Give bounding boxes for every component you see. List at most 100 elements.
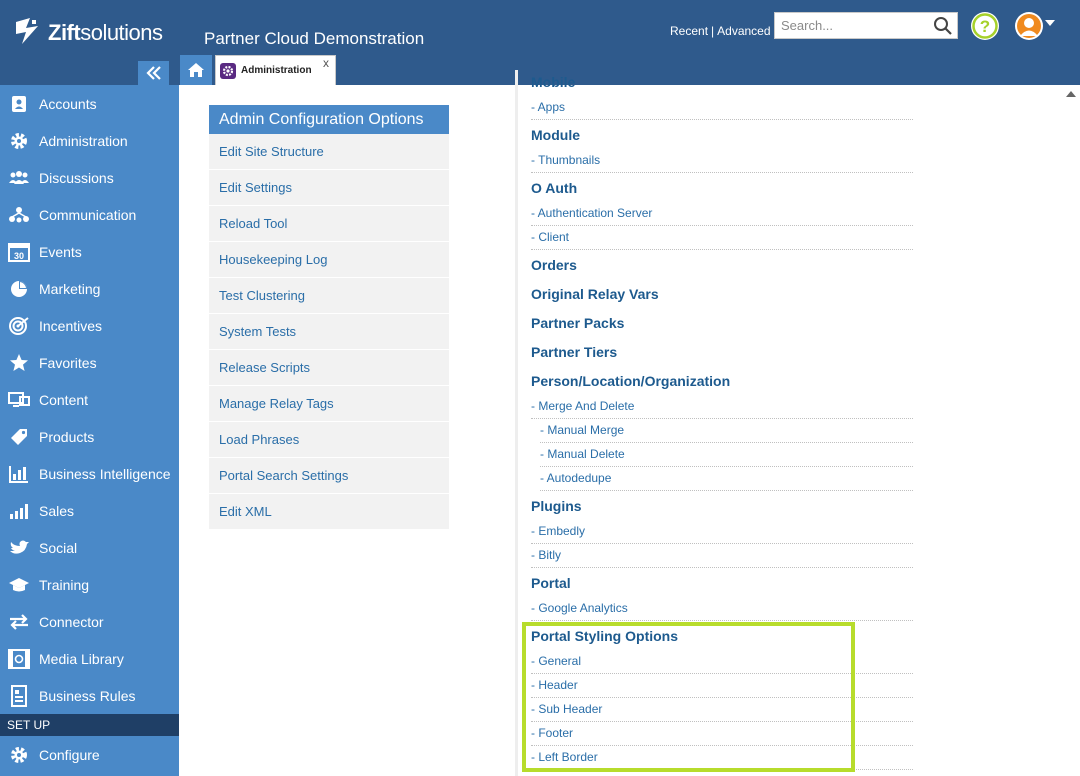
link-bitly[interactable]: - Bitly: [531, 544, 913, 568]
search-input[interactable]: [775, 13, 925, 38]
admin-option-manage-relay-tags[interactable]: Manage Relay Tags: [209, 386, 449, 422]
link-separator: |: [711, 24, 715, 38]
sidebar-item-accounts[interactable]: Accounts: [0, 85, 179, 122]
section-mobile[interactable]: Mobile: [531, 74, 575, 90]
chevron-down-icon[interactable]: [1045, 20, 1055, 28]
section-orders[interactable]: Orders: [531, 257, 577, 273]
section-divider: [518, 251, 913, 255]
link-autodedupe[interactable]: - Autodedupe: [540, 467, 913, 491]
sidebar-item-business-rules[interactable]: Business Rules: [0, 677, 179, 714]
sidebar-item-administration[interactable]: Administration: [0, 122, 179, 159]
link-thumbnails[interactable]: - Thumbnails: [531, 149, 913, 173]
bird-icon: [0, 539, 38, 557]
link-manual-merge[interactable]: - Manual Merge: [540, 419, 913, 443]
section-divider: [518, 569, 913, 573]
document-icon: [0, 684, 38, 707]
admin-option-release-scripts[interactable]: Release Scripts: [209, 350, 449, 386]
sidebar-item-label: Sales: [39, 502, 75, 519]
scroll-up-arrow-icon[interactable]: [1066, 90, 1076, 98]
question-circle-icon[interactable]: ?: [970, 11, 1000, 41]
double-chevron-left-icon: [145, 66, 161, 80]
admin-option-edit-xml[interactable]: Edit XML: [209, 494, 449, 530]
link-footer[interactable]: - Footer: [531, 722, 913, 746]
link-merge-and-delete[interactable]: - Merge And Delete: [531, 395, 913, 419]
admin-configuration-panel: Admin Configuration Options Edit Site St…: [209, 105, 449, 530]
monitor-icon: [0, 391, 38, 409]
top-links: Recent | Advanced: [670, 24, 771, 38]
link-sub-header[interactable]: - Sub Header: [531, 698, 913, 722]
sidebar-item-sales[interactable]: Sales: [0, 492, 179, 529]
people-icon: [0, 170, 38, 186]
contacts-icon: [0, 95, 38, 113]
sidebar-item-favorites[interactable]: Favorites: [0, 344, 179, 381]
home-tab[interactable]: [180, 55, 212, 85]
sidebar-item-business-intelligence[interactable]: Business Intelligence: [0, 455, 179, 492]
user-avatar-icon[interactable]: [1014, 11, 1044, 41]
close-tab-icon[interactable]: x: [323, 56, 329, 70]
sidebar-item-configure[interactable]: Configure: [0, 736, 179, 773]
gear-icon: [0, 745, 38, 765]
admin-option-edit-site-structure[interactable]: Edit Site Structure: [209, 134, 449, 170]
grid-chart-icon: [0, 464, 38, 484]
section-portal[interactable]: Portal: [531, 575, 571, 591]
section-partner-packs[interactable]: Partner Packs: [531, 315, 624, 331]
search-icon[interactable]: [933, 16, 953, 36]
collapse-sidebar-button[interactable]: [138, 61, 169, 85]
section-person-location-organization[interactable]: Person/Location/Organization: [531, 373, 730, 389]
admin-option-test-clustering[interactable]: Test Clustering: [209, 278, 449, 314]
content-scrollbar[interactable]: [1063, 85, 1080, 776]
admin-option-system-tests[interactable]: System Tests: [209, 314, 449, 350]
sidebar-item-content[interactable]: Content: [0, 381, 179, 418]
link-authentication-server[interactable]: - Authentication Server: [531, 202, 913, 226]
section-portal-styling-options[interactable]: Portal Styling Options: [531, 628, 678, 644]
sidebar-item-incentives[interactable]: Incentives: [0, 307, 179, 344]
admin-option-load-phrases[interactable]: Load Phrases: [209, 422, 449, 458]
link-header[interactable]: - Header: [531, 674, 913, 698]
section-divider: [518, 338, 913, 342]
graduation-cap-icon: [0, 576, 38, 594]
sidebar-item-label: Communication: [39, 206, 137, 223]
link-google-analytics[interactable]: - Google Analytics: [531, 597, 913, 621]
admin-option-reload-tool[interactable]: Reload Tool: [209, 206, 449, 242]
target-icon: [0, 316, 38, 336]
link-embedly[interactable]: - Embedly: [531, 520, 913, 544]
sidebar-item-label: Incentives: [39, 317, 103, 334]
sidebar-item-media-library[interactable]: Media Library: [0, 640, 179, 677]
panel-title: Admin Configuration Options: [209, 105, 449, 134]
section-module[interactable]: Module: [531, 127, 580, 143]
sidebar-item-events[interactable]: 30 Events: [0, 233, 179, 270]
link-apps[interactable]: - Apps: [531, 96, 913, 120]
sidebar-item-products[interactable]: Products: [0, 418, 179, 455]
sidebar-item-social[interactable]: Social: [0, 529, 179, 566]
section-divider: [518, 121, 913, 125]
recent-link[interactable]: Recent: [670, 24, 708, 38]
sidebar-item-training[interactable]: Training: [0, 566, 179, 603]
tab-administration[interactable]: Administration x: [215, 55, 336, 85]
gear-icon: [220, 62, 236, 79]
home-icon: [188, 63, 204, 77]
network-icon: [0, 206, 38, 224]
sidebar-item-label: Products: [39, 428, 95, 445]
advanced-link[interactable]: Advanced: [717, 24, 770, 38]
svg-text:30: 30: [14, 251, 24, 261]
sidebar-item-discussions[interactable]: Discussions: [0, 159, 179, 196]
link-general[interactable]: - General: [531, 650, 913, 674]
section-plugins[interactable]: Plugins: [531, 498, 582, 514]
link-client[interactable]: - Client: [531, 226, 913, 250]
section-original-relay-vars[interactable]: Original Relay Vars: [531, 286, 659, 302]
sidebar-item-communication[interactable]: Communication: [0, 196, 179, 233]
sidebar-item-label: Administration: [39, 132, 128, 149]
admin-option-housekeeping-log[interactable]: Housekeeping Log: [209, 242, 449, 278]
sidebar-item-connector[interactable]: Connector: [0, 603, 179, 640]
sidebar-item-label: Events: [39, 243, 82, 260]
admin-option-portal-search-settings[interactable]: Portal Search Settings: [209, 458, 449, 494]
section-partner-tiers[interactable]: Partner Tiers: [531, 344, 617, 360]
admin-option-edit-settings[interactable]: Edit Settings: [209, 170, 449, 206]
link-left-border[interactable]: - Left Border: [531, 746, 913, 770]
ziftsolutions-logo-mark-icon: [16, 18, 38, 44]
sidebar-item-marketing[interactable]: Marketing: [0, 270, 179, 307]
section-oauth[interactable]: O Auth: [531, 180, 577, 196]
ziftsolutions-logo[interactable]: Ziftsolutions: [12, 16, 163, 50]
sidebar-item-label: Media Library: [39, 650, 124, 667]
link-manual-delete[interactable]: - Manual Delete: [540, 443, 913, 467]
